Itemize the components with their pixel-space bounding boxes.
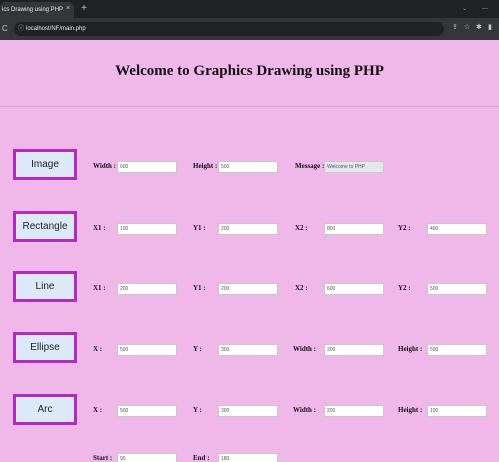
ellipse-y-input[interactable] [218, 344, 278, 356]
ellipse-y-label: Y : [193, 345, 202, 353]
ellipse-x-label: X : [93, 345, 103, 353]
line-x1-input[interactable] [117, 283, 177, 295]
url-text: localhost/NF/main.php [26, 26, 86, 32]
divider [0, 106, 499, 107]
window-minimize-icon[interactable]: ⌄ [462, 0, 467, 18]
image-message-label: Message : [295, 162, 325, 170]
arc-x-label: X : [93, 406, 103, 414]
arc-end-label: End : [193, 454, 210, 462]
rectangle-y1-label: Y1 : [193, 224, 206, 232]
image-button[interactable]: Image [13, 149, 77, 180]
ellipse-width-input[interactable] [324, 344, 384, 356]
reload-icon[interactable]: C [2, 22, 8, 36]
page-title: Welcome to Graphics Drawing using PHP [115, 63, 384, 79]
ellipse-x-input[interactable] [117, 344, 177, 356]
browser-tab[interactable]: ics Drawing using PHP [0, 2, 74, 18]
arc-x-input[interactable] [117, 405, 177, 417]
rectangle-y1-input[interactable] [218, 223, 278, 235]
ellipse-button[interactable]: Ellipse [13, 332, 77, 363]
image-height-label: Height : [193, 162, 218, 170]
rectangle-x2-label: X2 : [295, 224, 308, 232]
close-tab-icon[interactable]: × [66, 2, 74, 16]
share-icon[interactable]: ⇪ [452, 22, 458, 34]
line-button[interactable]: Line [13, 271, 77, 302]
arc-end-input[interactable] [218, 453, 278, 462]
address-bar: C ⓘ localhost/NF/main.php [0, 18, 499, 40]
rectangle-y2-input[interactable] [427, 223, 487, 235]
image-message-input[interactable] [324, 161, 384, 173]
line-x1-label: X1 : [93, 284, 106, 292]
tab-title: ics Drawing using PHP [2, 7, 64, 13]
rectangle-button[interactable]: Rectangle [13, 211, 77, 242]
rectangle-x1-input[interactable] [117, 223, 177, 235]
sidepanel-icon[interactable]: ▮ [488, 22, 492, 34]
arc-button[interactable]: Arc [13, 394, 77, 425]
arc-width-label: Width : [293, 406, 317, 414]
line-y2-input[interactable] [427, 283, 487, 295]
line-x2-label: X2 : [295, 284, 308, 292]
arc-start-label: Start : [93, 454, 113, 462]
ellipse-height-label: Height : [398, 345, 423, 353]
line-y2-label: Y2 : [398, 284, 411, 292]
image-width-input[interactable] [117, 161, 177, 173]
line-y1-input[interactable] [218, 283, 278, 295]
arc-y-label: Y : [193, 406, 202, 414]
arc-y-input[interactable] [218, 405, 278, 417]
arc-height-label: Height : [398, 406, 423, 414]
bookmark-star-icon[interactable]: ☆ [464, 22, 470, 34]
ellipse-height-input[interactable] [427, 344, 487, 356]
image-height-input[interactable] [218, 161, 278, 173]
line-x2-input[interactable] [324, 283, 384, 295]
info-icon[interactable]: ⓘ [18, 22, 24, 36]
rectangle-x2-input[interactable] [324, 223, 384, 235]
url-field[interactable]: ⓘ localhost/NF/main.php [14, 22, 444, 36]
extensions-icon[interactable]: ✱ [476, 22, 482, 34]
line-y1-label: Y1 : [193, 284, 206, 292]
new-tab-icon[interactable]: + [78, 2, 90, 16]
ellipse-width-label: Width : [293, 345, 317, 353]
rectangle-x1-label: X1 : [93, 224, 106, 232]
arc-width-input[interactable] [324, 405, 384, 417]
rectangle-y2-label: Y2 : [398, 224, 411, 232]
browser-tab-bar: ics Drawing using PHP × + ⌄ — [0, 0, 499, 18]
image-width-label: Width : [93, 162, 117, 170]
arc-height-input[interactable] [427, 405, 487, 417]
arc-start-input[interactable] [117, 453, 177, 462]
window-control-icon[interactable]: — [482, 0, 488, 18]
